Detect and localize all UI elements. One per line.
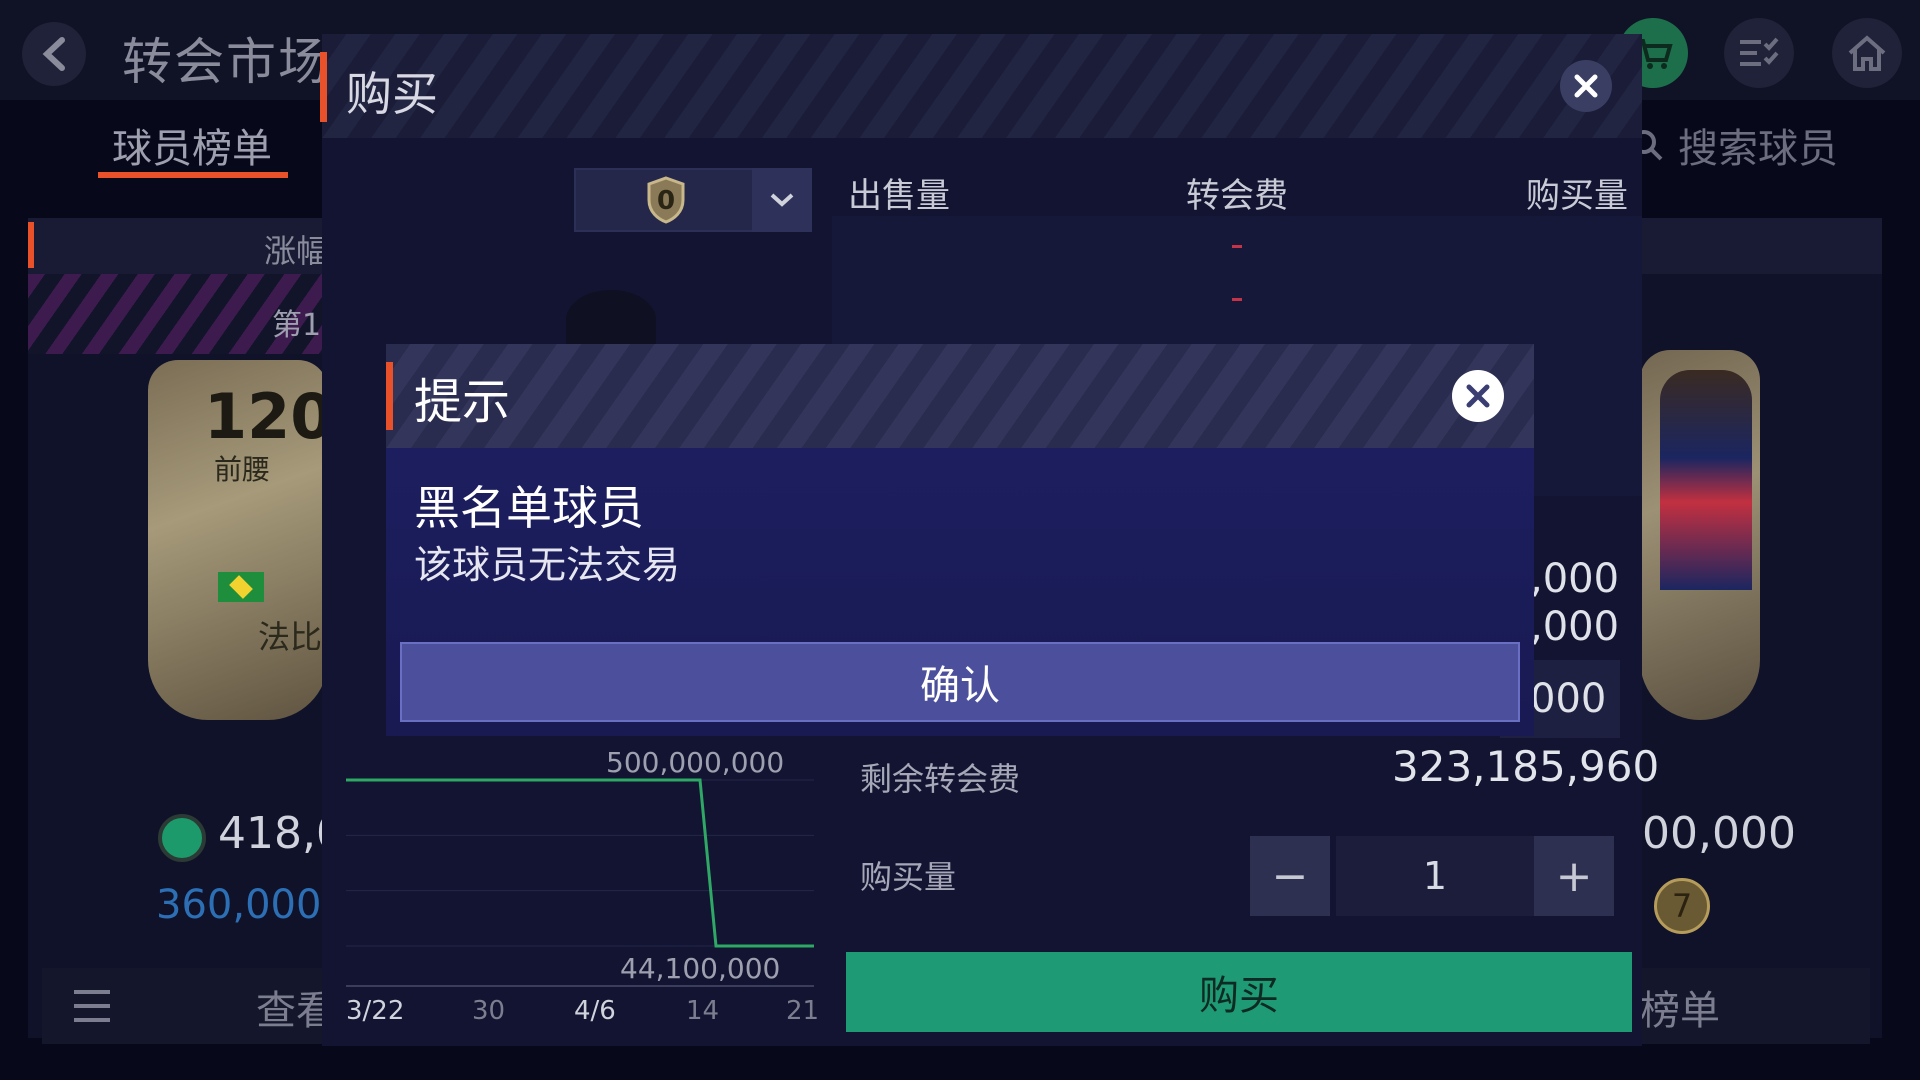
quantity-decrease-button[interactable]: − bbox=[1250, 836, 1330, 916]
sort-label: 涨幅 bbox=[264, 232, 329, 270]
menu-button[interactable] bbox=[70, 988, 114, 1028]
hint-message: 该球员无法交易 bbox=[414, 543, 681, 587]
shield-badge-icon: 7 bbox=[1654, 878, 1710, 934]
column-header-sold: 出售量 bbox=[848, 176, 950, 216]
quantity-label: 购买量 bbox=[860, 858, 957, 896]
player-name: 法比 bbox=[258, 618, 323, 656]
home-icon bbox=[1848, 35, 1886, 71]
hint-dialog-close-button[interactable] bbox=[1452, 370, 1504, 422]
quantity-increase-button[interactable]: + bbox=[1534, 836, 1614, 916]
buy-dialog-title: 购买 bbox=[346, 67, 438, 121]
buy-dialog-close-button[interactable] bbox=[1560, 60, 1612, 112]
chevron-down-icon bbox=[770, 193, 794, 207]
search-label: 搜索球员 bbox=[1678, 126, 1838, 172]
column-header-qty: 购买量 bbox=[1526, 176, 1628, 216]
home-button[interactable] bbox=[1832, 18, 1902, 88]
right-panel-header bbox=[1640, 218, 1882, 274]
buy-dialog-header bbox=[322, 34, 1642, 138]
task-list-button[interactable] bbox=[1724, 18, 1794, 88]
player-portrait bbox=[1660, 370, 1752, 590]
empty-cell-dash bbox=[1232, 298, 1242, 301]
hint-dialog-accent bbox=[386, 362, 393, 430]
player-position: 前腰 bbox=[214, 453, 271, 486]
search-player-button[interactable]: 搜索球员 bbox=[1630, 116, 1838, 174]
coin-icon bbox=[158, 814, 206, 862]
flag-icon bbox=[218, 572, 264, 602]
chart-min-label: 44,100,000 bbox=[620, 952, 781, 985]
menu-icon bbox=[74, 990, 110, 1022]
quantity-value[interactable]: 1 bbox=[1336, 836, 1534, 916]
player-rating: 120 bbox=[204, 380, 334, 453]
price-partial: ,000 bbox=[1530, 604, 1620, 650]
tab-player-list[interactable]: 球员榜单 bbox=[112, 116, 272, 174]
back-button[interactable] bbox=[22, 22, 86, 86]
chevron-left-icon bbox=[42, 37, 65, 71]
empty-cell-dash bbox=[1232, 245, 1242, 248]
panel-accent bbox=[28, 222, 34, 268]
price-series-line bbox=[346, 778, 814, 948]
hint-heading: 黑名单球员 bbox=[414, 481, 644, 535]
player-price-right: 00,000 bbox=[1642, 808, 1796, 859]
hint-dialog-header bbox=[386, 344, 1534, 448]
price-partial: ,000 bbox=[1530, 556, 1620, 602]
buy-dialog-accent bbox=[320, 52, 327, 122]
rank-label: 第1 bbox=[272, 308, 322, 343]
tab-underline bbox=[98, 172, 288, 178]
x-tick-label: 3/22 bbox=[346, 996, 405, 1026]
checklist-icon bbox=[1740, 37, 1779, 66]
player-head-silhouette bbox=[566, 290, 656, 350]
confirm-button[interactable]: 确认 bbox=[400, 642, 1520, 722]
bottom-list-button[interactable]: 榜单 bbox=[1640, 978, 1720, 1036]
page-title: 转会市场 bbox=[122, 33, 330, 91]
close-icon bbox=[1466, 384, 1490, 408]
buy-button[interactable]: 购买 bbox=[846, 952, 1632, 1032]
chart-max-label: 500,000,000 bbox=[606, 746, 785, 779]
column-header-fee: 转会费 bbox=[1186, 176, 1288, 216]
x-tick-label: 14 bbox=[686, 996, 720, 1026]
hint-dialog-title: 提示 bbox=[414, 374, 511, 430]
price-partial: 000 bbox=[1530, 676, 1607, 722]
x-tick-label: 30 bbox=[472, 996, 506, 1026]
close-icon bbox=[1574, 74, 1598, 98]
remaining-fee-label: 剩余转会费 bbox=[860, 760, 1021, 798]
x-tick-label: 21 bbox=[786, 996, 820, 1026]
dropdown-value: 0 bbox=[656, 186, 676, 216]
remaining-fee-value: 323,185,960 bbox=[1392, 742, 1660, 791]
dropdown-toggle[interactable] bbox=[752, 168, 812, 232]
x-tick-label: 4/6 bbox=[574, 996, 616, 1026]
